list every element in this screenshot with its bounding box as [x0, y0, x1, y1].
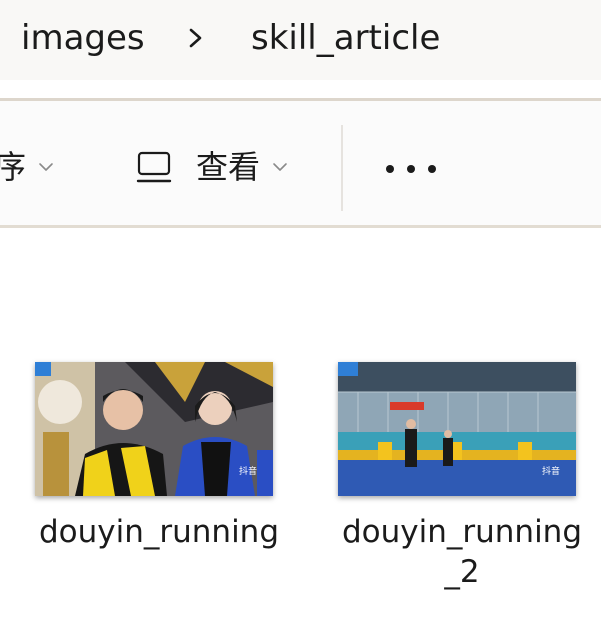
more-horizontal-icon[interactable] — [386, 163, 436, 175]
chevron-down-icon — [39, 163, 53, 171]
video-thumbnail-image: 抖音 — [338, 362, 576, 496]
file-thumbnail[interactable]: 抖音 — [338, 362, 576, 496]
svg-text:抖音: 抖音 — [239, 465, 257, 477]
video-thumbnail-image: 抖音 — [35, 362, 273, 496]
toolbar-divider — [0, 225, 601, 228]
monitor-icon — [136, 151, 172, 183]
file-thumbnail[interactable]: 抖音 — [35, 362, 273, 496]
file-name-label: douyin_running — [38, 514, 280, 550]
command-bar: 序 查看 — [0, 101, 601, 225]
breadcrumb-item-images[interactable]: images — [21, 16, 145, 60]
address-bar[interactable]: images skill_article — [0, 0, 601, 80]
toolbar-separator — [341, 125, 343, 211]
sort-button[interactable]: 序 — [0, 145, 54, 189]
svg-text:抖音: 抖音 — [542, 465, 560, 477]
file-name-label: douyin_running _2 — [341, 514, 583, 590]
chevron-down-icon — [273, 163, 287, 171]
view-button[interactable]: 查看 — [136, 145, 288, 189]
chevron-right-icon[interactable] — [184, 18, 208, 58]
sort-label: 序 — [0, 148, 27, 186]
view-label: 查看 — [196, 148, 261, 186]
breadcrumb-item-skill-article[interactable]: skill_article — [251, 16, 440, 60]
